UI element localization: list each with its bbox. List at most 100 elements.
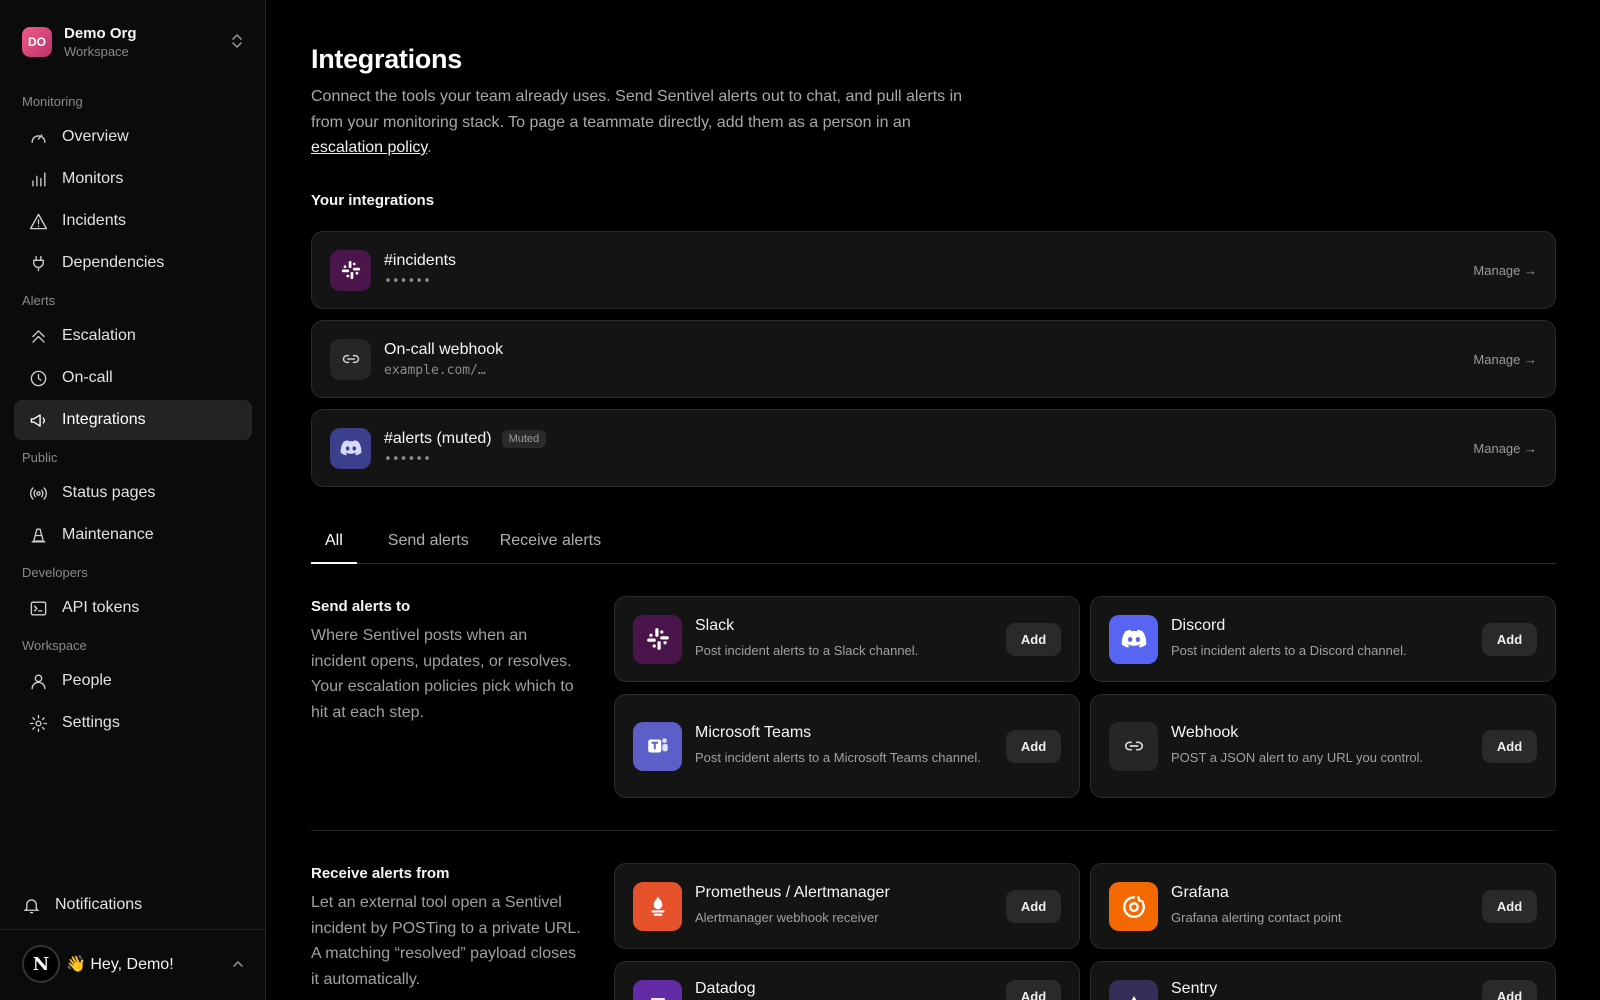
warning-triangle-icon bbox=[28, 211, 48, 231]
add-teams-button[interactable]: Add bbox=[1006, 729, 1061, 763]
integration-name: #incidents bbox=[384, 251, 457, 269]
integration-row[interactable]: #incidents •••••• Manage → bbox=[311, 231, 1556, 309]
sidebar-item-label: Escalation bbox=[62, 327, 136, 344]
nav-section-monitoring: Monitoring bbox=[22, 94, 83, 109]
card-description: Alertmanager webhook receiver bbox=[695, 909, 879, 925]
manage-link[interactable]: Manage → bbox=[1473, 352, 1537, 367]
integration-card-grafana: Grafana Grafana alerting contact point A… bbox=[1090, 863, 1556, 949]
sidebar-item-escalation[interactable]: Escalation bbox=[14, 316, 252, 356]
nav-section-public: Public bbox=[22, 450, 58, 465]
sidebar-item-api-tokens[interactable]: API tokens bbox=[14, 588, 252, 628]
manage-link[interactable]: Manage → bbox=[1473, 441, 1537, 456]
card-title: Prometheus / Alertmanager bbox=[695, 883, 890, 901]
bar-chart-icon bbox=[28, 169, 48, 189]
section-divider bbox=[311, 830, 1556, 831]
add-discord-button[interactable]: Add bbox=[1482, 622, 1537, 656]
sidebar-nav: Monitoring Overview Monitors Incidents D… bbox=[14, 84, 252, 743]
org-switcher[interactable]: DO Demo Org Workspace bbox=[14, 16, 252, 68]
sidebar-item-label: Overview bbox=[62, 128, 129, 145]
notifications-button[interactable]: Notifications bbox=[14, 885, 252, 925]
gauge-icon bbox=[28, 127, 48, 147]
avatar: N bbox=[22, 945, 60, 983]
tab-all[interactable]: All bbox=[311, 522, 357, 564]
user-icon bbox=[28, 671, 48, 691]
integration-tabs: All Send alerts Receive alerts bbox=[311, 522, 1556, 564]
escalation-policy-link[interactable]: escalation policy bbox=[311, 139, 427, 156]
add-datadog-button[interactable]: Add bbox=[1006, 980, 1061, 1000]
card-title: Discord bbox=[1171, 616, 1226, 634]
page-description-end: . bbox=[427, 139, 432, 156]
sidebar-item-label: Monitors bbox=[62, 170, 124, 187]
card-title: Slack bbox=[695, 616, 735, 634]
grafana-icon bbox=[1109, 881, 1158, 931]
org-avatar: DO bbox=[22, 27, 52, 57]
page-description: Connect the tools your team already uses… bbox=[311, 84, 971, 161]
card-description: POST a JSON alert to any URL you control… bbox=[1171, 749, 1424, 765]
card-description: Post incident alerts to a Discord channe… bbox=[1171, 642, 1407, 658]
org-subtitle: Workspace bbox=[64, 44, 129, 59]
sidebar-item-integrations[interactable]: Integrations bbox=[14, 400, 252, 440]
sidebar-item-label: Status pages bbox=[62, 484, 156, 501]
sidebar-item-settings[interactable]: Settings bbox=[14, 703, 252, 743]
user-menu[interactable]: N 👋 Hey, Demo! bbox=[14, 938, 252, 990]
tab-send-alerts[interactable]: Send alerts bbox=[388, 522, 469, 564]
your-integrations-heading: Your integrations bbox=[311, 192, 435, 209]
send-alerts-description: Where Sentivel posts when an incident op… bbox=[311, 627, 574, 721]
page-description-text: Connect the tools your team already uses… bbox=[311, 88, 963, 131]
page-title: Integrations bbox=[311, 44, 462, 74]
sidebar-item-label: Incidents bbox=[62, 212, 127, 229]
integration-card-sentry: Sentry Add bbox=[1090, 961, 1556, 1000]
bell-icon bbox=[23, 898, 40, 913]
megaphone-icon bbox=[28, 410, 48, 430]
user-greeting: 👋 Hey, Demo! bbox=[66, 956, 174, 973]
sidebar-item-dependencies[interactable]: Dependencies bbox=[14, 243, 252, 283]
card-description: Post incident alerts to a Slack channel. bbox=[695, 642, 919, 658]
sidebar-item-on-call[interactable]: On-call bbox=[14, 358, 252, 398]
gear-icon bbox=[28, 713, 48, 733]
sidebar-item-monitors[interactable]: Monitors bbox=[14, 159, 252, 199]
prometheus-icon bbox=[633, 881, 682, 931]
add-sentry-button[interactable]: Add bbox=[1482, 980, 1537, 1000]
sidebar-item-label: Integrations bbox=[62, 411, 146, 428]
integration-row[interactable]: #alerts (muted) Muted •••••• Manage → bbox=[311, 409, 1556, 487]
integration-target: example.com/… bbox=[384, 362, 486, 378]
integration-row[interactable]: On-call webhook example.com/… Manage → bbox=[311, 320, 1556, 398]
card-title: Microsoft Teams bbox=[695, 723, 812, 741]
card-title: Webhook bbox=[1171, 723, 1239, 741]
link-icon bbox=[330, 338, 371, 380]
discord-icon bbox=[330, 427, 371, 469]
slack-icon bbox=[330, 249, 371, 291]
sidebar-item-label: Settings bbox=[62, 714, 120, 731]
integration-name: On-call webhook bbox=[384, 340, 504, 358]
manage-link[interactable]: Manage → bbox=[1473, 263, 1537, 278]
add-grafana-button[interactable]: Add bbox=[1482, 889, 1537, 923]
add-slack-button[interactable]: Add bbox=[1006, 622, 1061, 656]
sidebar-item-label: Maintenance bbox=[62, 526, 154, 543]
nav-section-alerts: Alerts bbox=[22, 293, 56, 308]
sidebar-item-overview[interactable]: Overview bbox=[14, 117, 252, 157]
notifications-label: Notifications bbox=[55, 896, 143, 913]
sidebar-item-maintenance[interactable]: Maintenance bbox=[14, 515, 252, 555]
sidebar-item-label: On-call bbox=[62, 369, 113, 386]
tab-receive-alerts[interactable]: Receive alerts bbox=[500, 522, 601, 564]
send-alerts-heading: Send alerts to bbox=[311, 598, 411, 615]
sidebar-item-status-pages[interactable]: Status pages bbox=[14, 473, 252, 513]
integration-card-datadog: Datadog Add bbox=[614, 961, 1080, 1000]
traffic-cone-icon bbox=[28, 525, 48, 545]
sidebar-divider bbox=[0, 929, 266, 930]
add-webhook-button[interactable]: Add bbox=[1482, 729, 1537, 763]
slack-icon bbox=[633, 614, 682, 664]
integration-target: •••••• bbox=[384, 451, 431, 467]
sentry-icon bbox=[1109, 980, 1158, 1000]
plug-icon bbox=[28, 253, 48, 273]
add-prometheus-button[interactable]: Add bbox=[1006, 889, 1061, 923]
sidebar-item-label: API tokens bbox=[62, 599, 140, 616]
sidebar-item-incidents[interactable]: Incidents bbox=[14, 201, 252, 241]
integration-card-slack: Slack Post incident alerts to a Slack ch… bbox=[614, 596, 1080, 682]
integration-card-prometheus: Prometheus / Alertmanager Alertmanager w… bbox=[614, 863, 1080, 949]
sidebar-item-people[interactable]: People bbox=[14, 661, 252, 701]
card-title: Grafana bbox=[1171, 883, 1229, 901]
card-description: Post incident alerts to a Microsoft Team… bbox=[695, 749, 981, 765]
chevrons-up-icon bbox=[28, 326, 48, 346]
datadog-icon bbox=[633, 980, 682, 1000]
